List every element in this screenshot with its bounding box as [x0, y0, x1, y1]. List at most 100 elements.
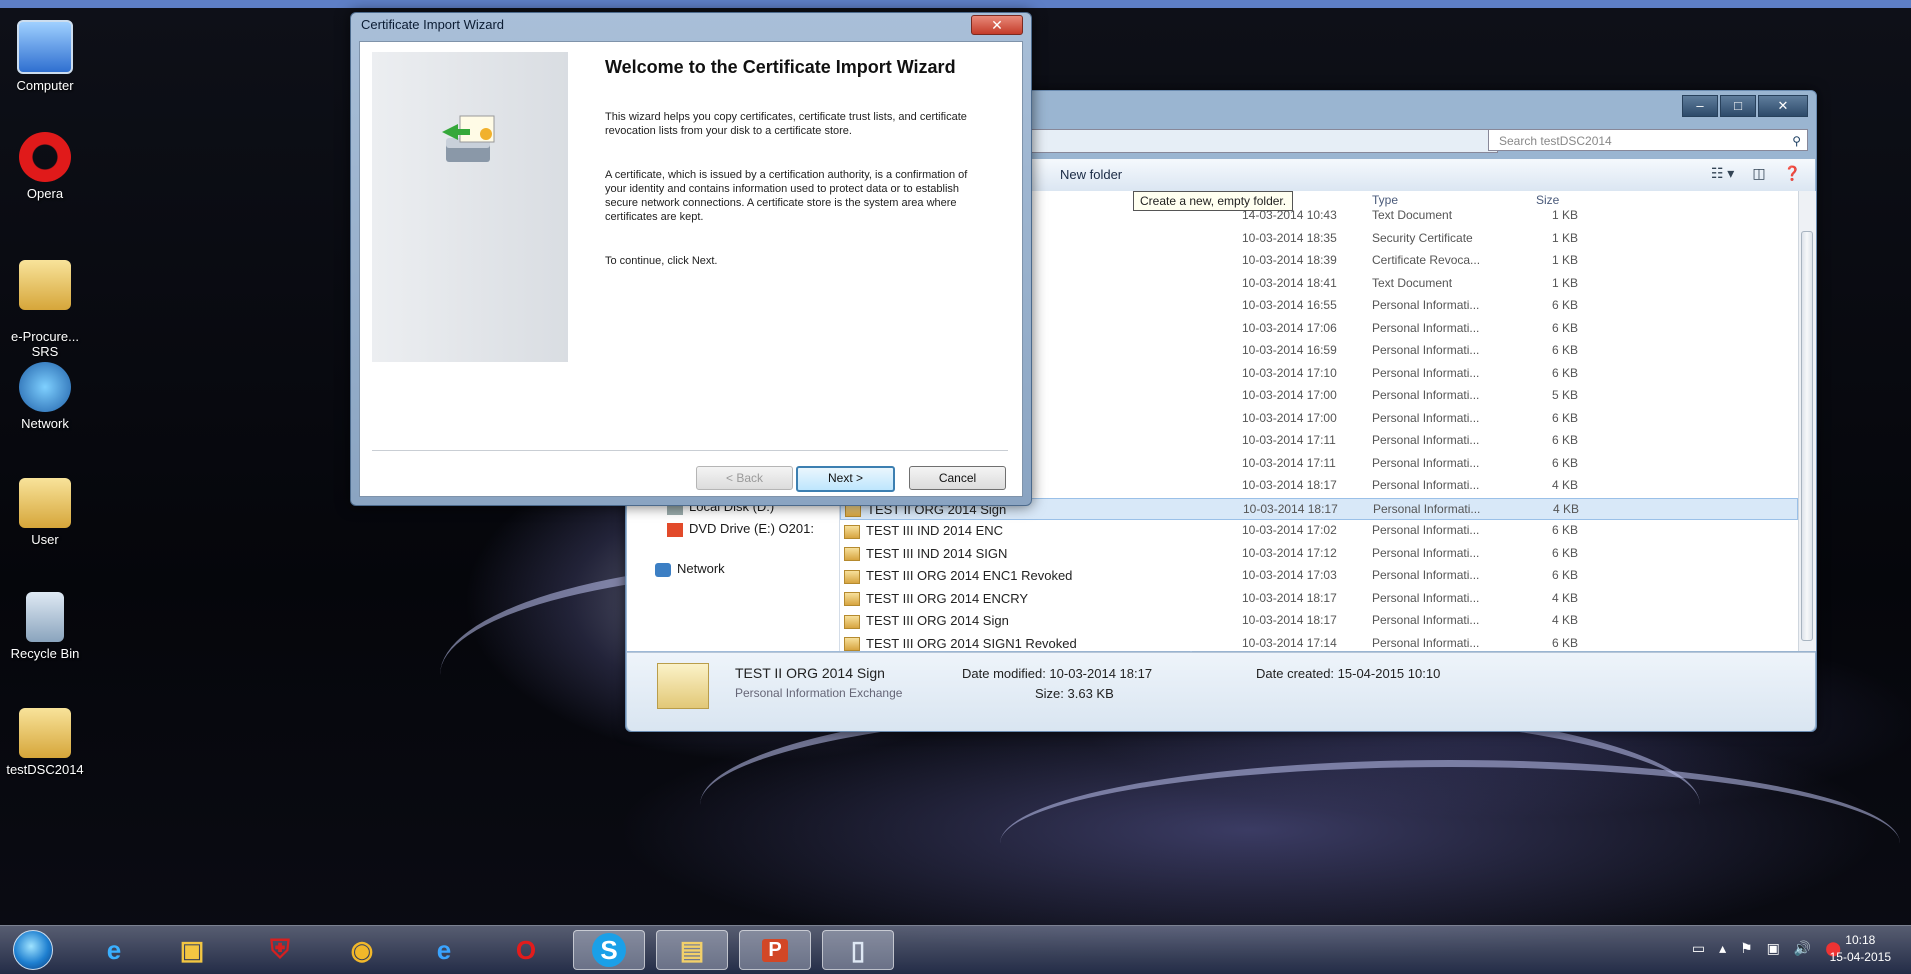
- view-options-icon[interactable]: ☷ ▾: [1711, 165, 1734, 182]
- nav-network[interactable]: Network: [655, 561, 725, 577]
- file-type: Personal Informati...: [1372, 365, 1480, 380]
- cancel-button[interactable]: Cancel: [909, 466, 1006, 490]
- desktop-icon-network[interactable]: Network: [0, 362, 90, 431]
- start-button[interactable]: [8, 930, 58, 970]
- file-size: 1 KB: [1551, 208, 1578, 222]
- nav-label: DVD Drive (E:) O201:: [689, 521, 814, 536]
- file-date: 10-03-2014 17:03: [1242, 568, 1337, 582]
- explorer-icon: ▤: [679, 934, 705, 965]
- chrome-icon: ◉: [350, 934, 374, 965]
- taskbar-ie[interactable]: e: [408, 930, 480, 970]
- search-icon: ⚲: [1792, 134, 1801, 148]
- file-size: 1 KB: [1551, 230, 1578, 245]
- file-type: Personal Informati...: [1372, 590, 1480, 605]
- file-row[interactable]: TEST III ORG 2014 Sign 10-03-2014 18:17 Pe…: [840, 610, 1798, 632]
- desktop-icon-eprocure[interactable]: e-Procure... SRS: [0, 245, 90, 359]
- file-type: Personal Informati...: [1372, 523, 1480, 537]
- internet-explorer-icon: e: [106, 934, 122, 965]
- pfx-file-icon: [844, 637, 860, 651]
- file-type: Personal Informati...: [1372, 388, 1480, 402]
- wizard-side-panel: [372, 52, 568, 362]
- taskbar-shield-app[interactable]: ⛨: [244, 930, 316, 970]
- file-type: Personal Informati...: [1372, 343, 1480, 357]
- wizard-body: Welcome to the Certificate Import Wizard…: [359, 41, 1023, 497]
- taskbar-powerpoint[interactable]: P: [739, 930, 811, 970]
- wizard-title: Certificate Import Wizard: [361, 17, 505, 32]
- taskbar-opera[interactable]: O: [490, 930, 562, 970]
- file-row[interactable]: TEST III IND 2014 SIGN 10-03-2014 17:12 Pe…: [840, 543, 1798, 565]
- file-name: TEST III IND 2014 ENC: [844, 523, 1003, 539]
- desktop-icon-label: Computer: [16, 78, 74, 93]
- user-folder-icon: [19, 478, 71, 528]
- file-date: 10-03-2014 17:11: [1242, 433, 1336, 447]
- file-size: 6 KB: [1551, 523, 1578, 537]
- preview-pane-icon[interactable]: ◫: [1752, 165, 1765, 182]
- taskbar-skype[interactable]: S: [573, 930, 645, 970]
- scrollbar-thumb[interactable]: [1801, 231, 1813, 641]
- toolbar-right: ☷ ▾ ◫ ❓: [1711, 165, 1801, 182]
- wallpaper-swirl: [1000, 760, 1900, 927]
- recycle-bin-icon: [26, 592, 64, 642]
- search-placeholder: Search testDSC2014: [1499, 134, 1612, 148]
- maximize-button[interactable]: □: [1720, 95, 1756, 117]
- file-type: Personal Informati...: [1372, 433, 1480, 447]
- taskbar-media[interactable]: ▣: [156, 930, 228, 970]
- desktop-icon-opera[interactable]: Opera: [0, 132, 90, 201]
- opera-icon: [19, 132, 71, 182]
- file-name: TEST III ORG 2014 ENCRY: [844, 591, 1028, 607]
- pfx-file-icon: [844, 547, 860, 562]
- network-icon: [655, 562, 671, 577]
- desktop-icon-recycle-bin[interactable]: Recycle Bin: [0, 592, 90, 661]
- close-button[interactable]: ✕: [1758, 95, 1808, 117]
- file-size: 5 KB: [1551, 388, 1578, 402]
- wizard-close-button[interactable]: ✕: [971, 15, 1023, 35]
- desktop-icon-testdsc2014[interactable]: testDSC2014: [0, 708, 90, 777]
- desktop-icon-label: Opera: [26, 186, 64, 201]
- dvd-drive-icon: [667, 522, 683, 537]
- action-center-flag-icon[interactable]: ⚑: [1740, 940, 1753, 957]
- keyboard-icon[interactable]: ▭: [1692, 940, 1705, 957]
- minimize-button[interactable]: –: [1682, 95, 1718, 117]
- desktop-icon-label: Recycle Bin: [10, 646, 80, 661]
- file-date: 10-03-2014 18:17: [1242, 590, 1337, 605]
- file-size: 4 KB: [1552, 501, 1579, 516]
- wizard-separator: [372, 450, 1008, 451]
- file-list-scrollbar[interactable]: [1798, 191, 1816, 651]
- taskbar-explorer[interactable]: ▤: [656, 930, 728, 970]
- show-hidden-icons-icon[interactable]: ▴: [1719, 940, 1726, 957]
- taskbar-internet-explorer[interactable]: e: [78, 930, 150, 970]
- wizard-paragraph-3: To continue, click Next.: [605, 255, 718, 267]
- next-button[interactable]: Next >: [796, 466, 895, 492]
- details-file-name: TEST II ORG 2014 Sign: [735, 665, 885, 681]
- desktop-icon-user[interactable]: User: [0, 478, 90, 547]
- file-name-text: TEST III ORG 2014 Sign: [866, 613, 1009, 628]
- nav-dvd-drive[interactable]: DVD Drive (E:) O201:: [667, 521, 814, 537]
- file-date: 10-03-2014 16:59: [1242, 343, 1337, 357]
- file-name-text: TEST III ORG 2014 ENC1 Revoked: [866, 568, 1073, 583]
- file-type: Security Certificate: [1372, 230, 1473, 245]
- file-row[interactable]: TEST III ORG 2014 ENCRY 10-03-2014 18:17 P…: [840, 588, 1798, 610]
- help-icon[interactable]: ❓: [1784, 165, 1801, 182]
- taskbar-chrome[interactable]: ◉: [326, 930, 398, 970]
- file-size: 1 KB: [1551, 253, 1578, 267]
- back-button[interactable]: < Back: [696, 466, 793, 490]
- file-type: Personal Informati...: [1372, 410, 1480, 425]
- file-size: 4 KB: [1551, 478, 1578, 492]
- network-tray-icon[interactable]: ▣: [1767, 940, 1780, 957]
- volume-icon[interactable]: 🔊: [1794, 940, 1811, 957]
- file-date: 10-03-2014 18:41: [1242, 275, 1337, 290]
- new-folder-button[interactable]: New folder: [1054, 165, 1128, 184]
- desktop-icon-label: Network: [21, 416, 69, 431]
- pfx-file-icon: [844, 592, 860, 607]
- file-date: 10-03-2014 18:17: [1242, 478, 1337, 492]
- taskbar-document[interactable]: ▯: [822, 930, 894, 970]
- nav-label: Network: [677, 561, 725, 576]
- file-row[interactable]: TEST III IND 2014 ENC 10-03-2014 17:02 Per…: [840, 520, 1798, 542]
- file-row[interactable]: TEST III ORG 2014 ENC1 Revoked 10-03-2014…: [840, 565, 1798, 587]
- search-input[interactable]: Search testDSC2014 ⚲: [1488, 129, 1808, 151]
- file-date: 10-03-2014 18:35: [1242, 230, 1337, 245]
- skype-icon: S: [592, 933, 626, 967]
- file-row[interactable]: TEST III ORG 2014 SIGN1 Revoked 10-03-201…: [840, 633, 1798, 651]
- clock[interactable]: 10:18 15-04-2015: [1830, 932, 1891, 966]
- desktop-icon-computer[interactable]: Computer: [0, 20, 90, 93]
